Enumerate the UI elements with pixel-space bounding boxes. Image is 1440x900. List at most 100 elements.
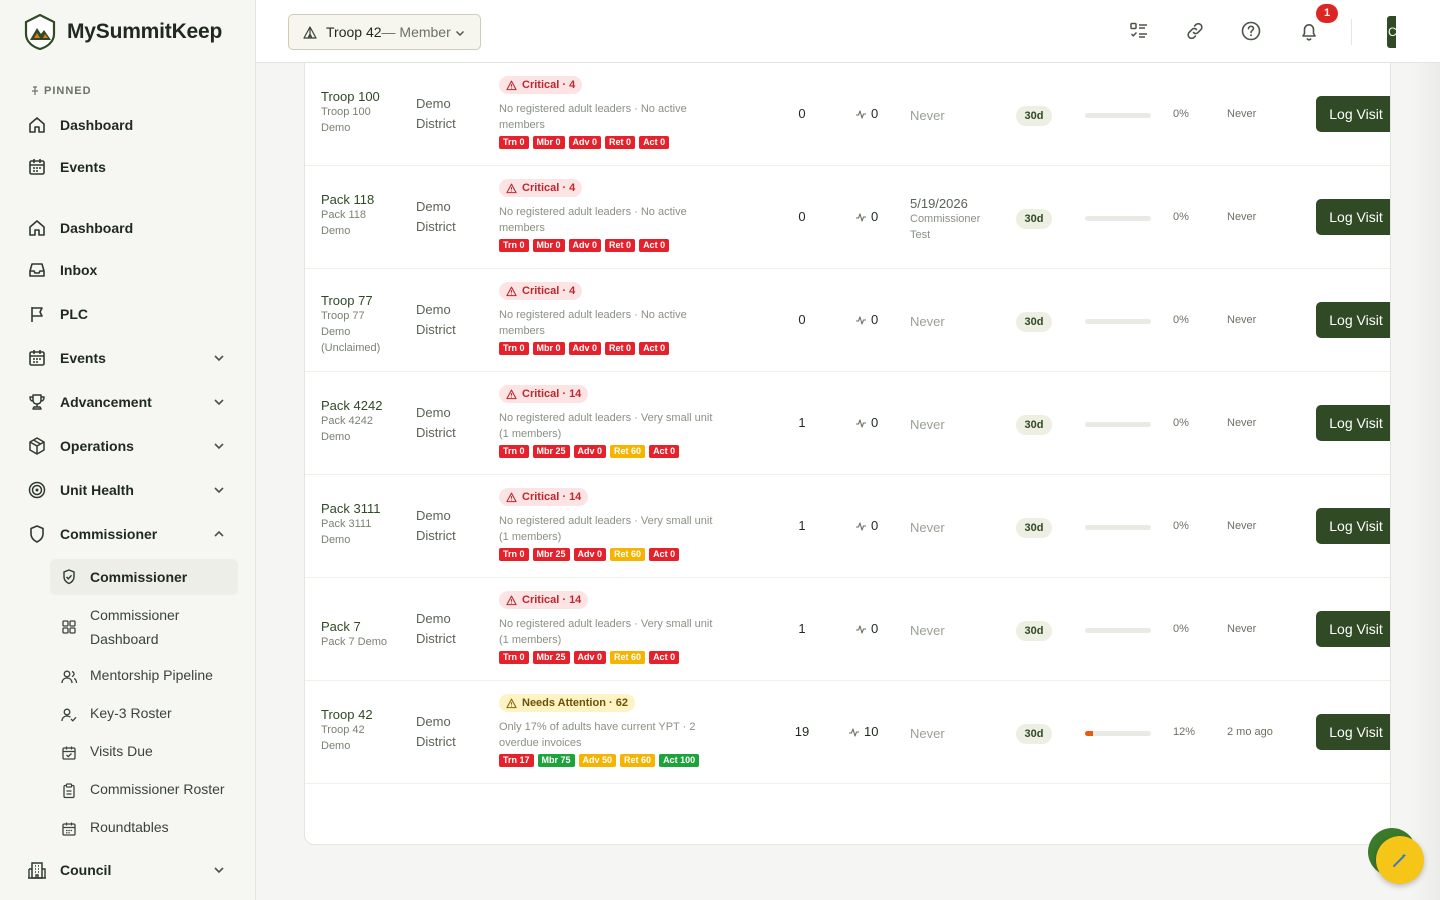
- chevron-down-icon: [214, 355, 224, 362]
- log-visit-button[interactable]: Log Visit: [1316, 714, 1390, 750]
- home-icon: [26, 217, 48, 239]
- unit-name-link[interactable]: Troop 42: [321, 707, 373, 722]
- cadence-badge: 30d: [1016, 209, 1052, 229]
- unit-name-link[interactable]: Pack 3111: [321, 501, 381, 516]
- score-tag: Trn 0: [499, 650, 529, 664]
- score-tag: Act 0: [649, 444, 680, 458]
- log-visit-button[interactable]: Log Visit: [1316, 405, 1390, 441]
- health-status-badge: Critical · 14: [499, 591, 589, 609]
- unit-cell: Pack 118 Pack 118 Demo: [321, 192, 374, 239]
- sidebar-subitem-commissioner-dashboard[interactable]: Commissioner Dashboard: [50, 603, 238, 651]
- help-icon[interactable]: [1240, 20, 1262, 42]
- unit-subtitle: Pack 3111: [321, 518, 372, 530]
- ypt-progress-bar: [1085, 319, 1151, 324]
- sidebar-item-inbox[interactable]: Inbox: [26, 252, 234, 288]
- unit-cell: Pack 3111 Pack 3111 Demo: [321, 501, 381, 548]
- district-cell: Demo District: [416, 714, 456, 749]
- checklist-icon[interactable]: [1128, 20, 1150, 42]
- score-tag: Trn 0: [499, 238, 529, 252]
- warning-icon: [506, 80, 517, 90]
- log-visit-button[interactable]: Log Visit: [1316, 508, 1390, 544]
- sidebar-item-council[interactable]: Council: [26, 852, 234, 888]
- health-status-badge: Critical · 4: [499, 179, 583, 197]
- unit-name-link[interactable]: Pack 4242: [321, 398, 382, 413]
- trophy-icon: [26, 391, 48, 413]
- sidebar-item-dashboard[interactable]: Dashboard: [26, 210, 234, 246]
- sidebar-subitem-commissioner[interactable]: Commissioner: [50, 559, 238, 595]
- chevron-down-icon: [214, 399, 224, 406]
- score-tag: Ret 0: [605, 341, 636, 355]
- sidebar-item-unit-health[interactable]: Unit Health: [26, 472, 234, 508]
- log-visit-button[interactable]: Log Visit: [1316, 611, 1390, 647]
- notification-badge: 1: [1316, 4, 1338, 23]
- brand[interactable]: MySummitKeep: [0, 0, 255, 64]
- table-row: Pack 3111 Pack 3111 Demo Demo District Cr…: [305, 475, 1390, 578]
- unit-subtitle: Demo: [321, 431, 351, 443]
- scroll-fade: [1410, 63, 1440, 900]
- unit-name-link[interactable]: Pack 118: [321, 192, 374, 207]
- log-visit-button[interactable]: Log Visit: [1316, 96, 1390, 132]
- health-cell: Critical · 4 No registered adult leaders…: [499, 179, 724, 252]
- calendar-icon: [26, 156, 48, 178]
- table-row: Troop 100 Troop 100 Demo Demo District Cr…: [305, 63, 1390, 166]
- score-tags: Trn 0 Mbr 25 Adv 0 Ret 60 Act 0: [499, 444, 724, 458]
- score-tag: Mbr 75: [537, 753, 575, 767]
- sidebar-subitem-key3-roster[interactable]: Key-3 Roster: [50, 705, 238, 725]
- ypt-progress-bar: [1085, 422, 1151, 427]
- warning-icon: [506, 492, 517, 502]
- health-reason: No registered adult leaders · No active …: [499, 205, 687, 234]
- cadence-badge: 30d: [1016, 621, 1052, 641]
- pinned-item-events[interactable]: Events: [26, 149, 234, 185]
- unit-subtitle: Pack 4242: [321, 415, 373, 427]
- score-tag: Act 0: [649, 547, 680, 561]
- sidebar-item-commissioner[interactable]: Commissioner: [26, 516, 234, 552]
- log-visit-button[interactable]: Log Visit: [1316, 302, 1390, 338]
- unit-name-link[interactable]: Troop 77: [321, 293, 380, 308]
- pinned-item-dashboard[interactable]: Dashboard: [26, 107, 234, 143]
- user-check-icon: [61, 708, 77, 722]
- district-cell: Demo District: [416, 508, 456, 543]
- score-tags: Trn 17 Mbr 75 Adv 50 Ret 60 Act 100: [499, 753, 724, 767]
- score-tag: Trn 0: [499, 547, 529, 561]
- sidebar-subitem-mentorship-pipeline[interactable]: Mentorship Pipeline: [50, 667, 238, 687]
- score-tag: Adv 0: [568, 135, 602, 149]
- trend-cell: 0: [855, 106, 878, 121]
- health-cell: Critical · 14 No registered adult leader…: [499, 385, 724, 458]
- trend-cell: 0: [855, 415, 878, 430]
- last-ypt: Never: [1227, 417, 1257, 429]
- avatar[interactable]: C: [1387, 16, 1396, 48]
- sidebar-item-plc[interactable]: PLC: [26, 296, 234, 332]
- score-tag: Act 0: [639, 238, 670, 252]
- score-tag: Adv 0: [573, 444, 607, 458]
- link-icon[interactable]: [1184, 20, 1206, 42]
- unit-name-link[interactable]: Troop 100: [321, 89, 380, 104]
- log-visit-button[interactable]: Log Visit: [1316, 199, 1390, 235]
- sidebar-subitem-visits-due[interactable]: Visits Due: [50, 743, 238, 763]
- trend-cell: 0: [855, 621, 878, 636]
- activity-icon: [856, 624, 866, 634]
- activity-icon: [856, 315, 866, 325]
- unit-cell: Pack 7 Pack 7 Demo: [321, 619, 387, 650]
- score-tag: Mbr 25: [532, 444, 570, 458]
- unit-name-link[interactable]: Pack 7: [321, 619, 387, 634]
- unit-subtitle: Demo: [321, 326, 351, 338]
- sidebar-item-operations[interactable]: Operations: [26, 428, 234, 464]
- members-count: 0: [798, 209, 806, 224]
- unit-subtitle: Pack 118: [321, 209, 367, 221]
- activity-icon: [856, 418, 866, 428]
- sidebar-subitem-commissioner-roster[interactable]: Commissioner Roster: [50, 781, 238, 801]
- sidebar-item-advancement[interactable]: Advancement: [26, 384, 234, 420]
- sidebar-subitem-roundtables[interactable]: Roundtables: [50, 819, 238, 839]
- last-visit-by: Commissioner: [910, 213, 981, 225]
- bell-icon[interactable]: [1298, 20, 1320, 42]
- trend-cell: 0: [855, 312, 878, 327]
- troop-selector[interactable]: Troop 42 — Member: [288, 14, 481, 50]
- health-status-badge: Needs Attention · 62: [499, 694, 635, 712]
- sidebar-item-events[interactable]: Events: [26, 340, 234, 376]
- unit-subtitle: Troop 77: [321, 310, 365, 322]
- ypt-progress-bar: [1085, 628, 1151, 633]
- chevron-up-icon: [214, 530, 224, 537]
- warning-icon: [506, 286, 517, 296]
- assistant-fab-button[interactable]: [1376, 836, 1424, 884]
- district-cell: Demo District: [416, 611, 456, 646]
